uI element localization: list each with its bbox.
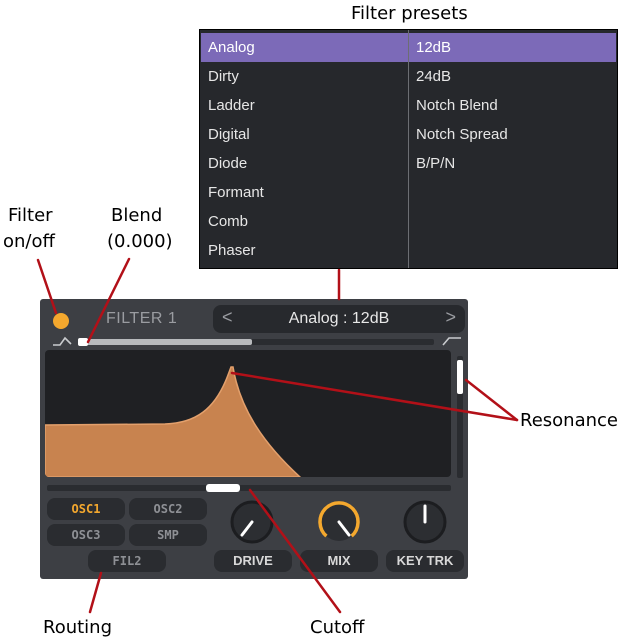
resonance-arrow-curve (230, 371, 519, 422)
annotation-arrows (36, 257, 519, 614)
cutoff-arrow (248, 488, 342, 614)
blend-arrow (86, 257, 131, 344)
routing-arrow (88, 571, 103, 614)
onoff-arrow (36, 258, 58, 315)
